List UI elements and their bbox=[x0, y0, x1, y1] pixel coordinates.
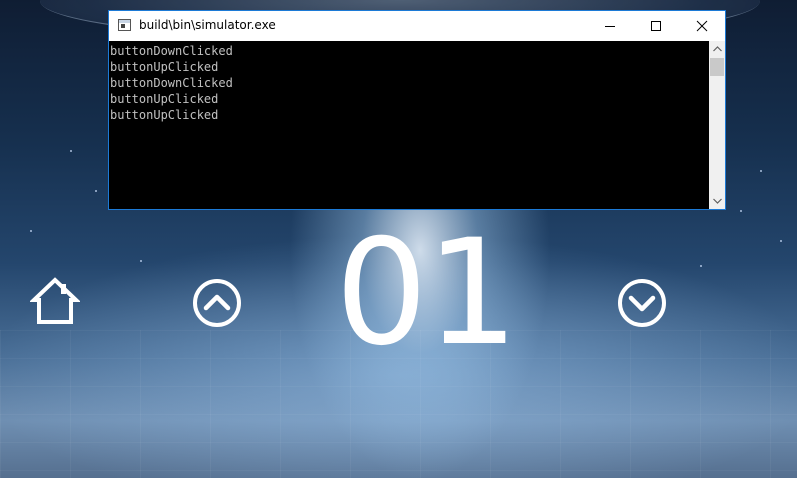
simulator-app: 01 build\bin\simulator.exe buttonDownCli… bbox=[0, 0, 797, 478]
console-output[interactable]: buttonDownClicked buttonUpClicked button… bbox=[109, 41, 709, 209]
close-icon bbox=[696, 20, 708, 32]
log-line: buttonUpClicked bbox=[110, 60, 219, 74]
scrollbar-thumb[interactable] bbox=[710, 58, 724, 76]
background-star bbox=[700, 265, 702, 267]
vertical-scrollbar[interactable] bbox=[709, 41, 725, 209]
home-button[interactable] bbox=[29, 276, 81, 326]
background-star bbox=[740, 210, 742, 212]
console-window: build\bin\simulator.exe buttonDownClicke… bbox=[108, 10, 726, 210]
chevron-up-icon bbox=[712, 46, 722, 52]
background-star bbox=[30, 230, 32, 232]
window-title: build\bin\simulator.exe bbox=[139, 18, 276, 32]
home-icon bbox=[29, 277, 81, 324]
background-star bbox=[140, 260, 142, 262]
up-button[interactable] bbox=[192, 278, 242, 328]
scroll-down-button[interactable] bbox=[709, 193, 725, 209]
background-star bbox=[70, 150, 72, 152]
log-line: buttonUpClicked bbox=[110, 108, 219, 122]
counter-display: 01 bbox=[335, 208, 519, 378]
maximize-button[interactable] bbox=[633, 11, 679, 41]
chevron-down-icon bbox=[712, 198, 722, 204]
log-line: buttonDownClicked bbox=[110, 44, 233, 58]
close-button[interactable] bbox=[679, 11, 725, 41]
background-star bbox=[95, 190, 97, 192]
background-star bbox=[780, 240, 782, 242]
window-titlebar[interactable]: build\bin\simulator.exe bbox=[109, 11, 725, 41]
background-star bbox=[760, 170, 762, 172]
scroll-up-button[interactable] bbox=[709, 41, 725, 57]
log-line: buttonUpClicked bbox=[110, 92, 219, 106]
minimize-button[interactable] bbox=[587, 11, 633, 41]
log-line: buttonDownClicked bbox=[110, 76, 233, 90]
minimize-icon bbox=[605, 26, 615, 27]
chevron-down-circle-icon bbox=[618, 279, 666, 327]
down-button[interactable] bbox=[617, 278, 667, 328]
log-list: buttonDownClicked buttonUpClicked button… bbox=[109, 41, 709, 123]
chevron-up-circle-icon bbox=[193, 279, 241, 327]
console-app-icon bbox=[118, 19, 131, 31]
maximize-icon bbox=[651, 21, 661, 31]
